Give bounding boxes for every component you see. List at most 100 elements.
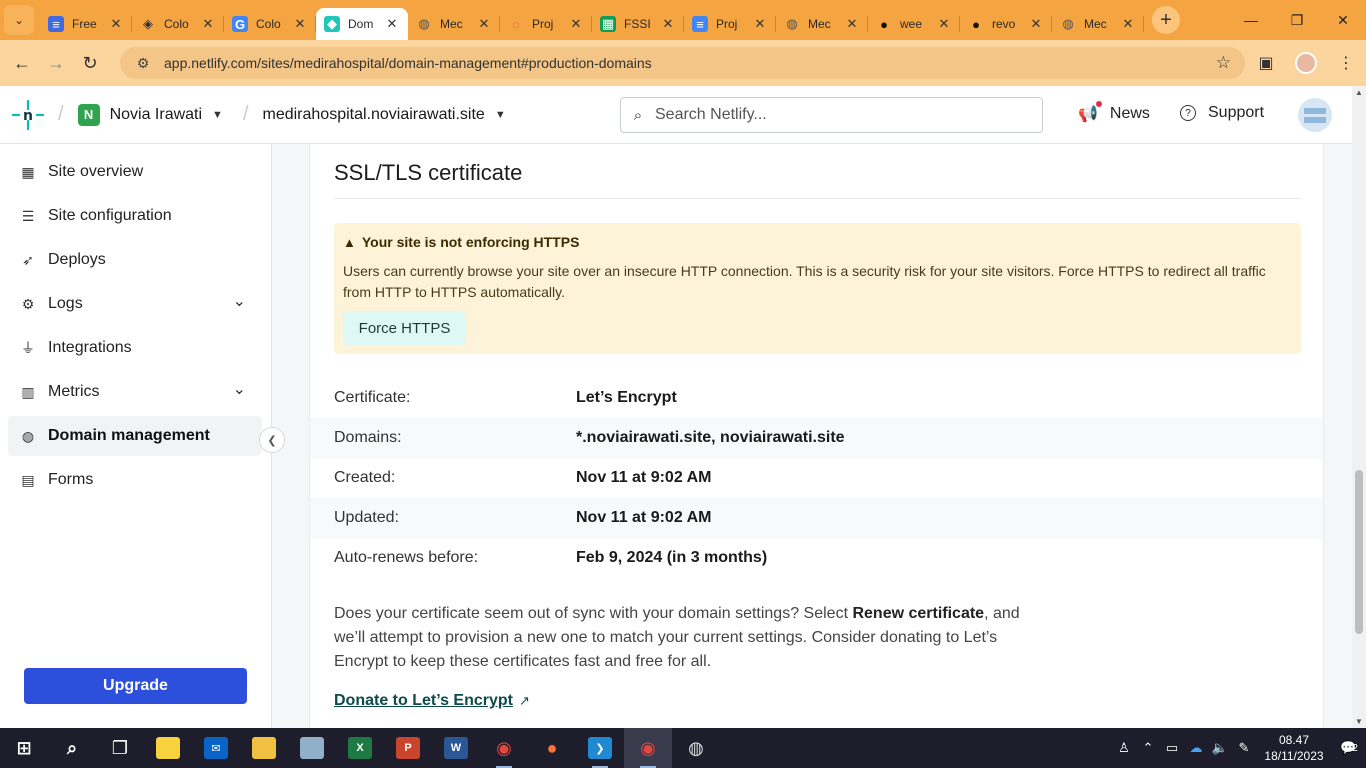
sidebar-item-integrations[interactable]: ⏚ Integrations — [8, 328, 262, 368]
search-icon[interactable]: ⌕ — [48, 728, 96, 768]
sidebar-item-deploys[interactable]: ➶ Deploys — [8, 240, 262, 280]
reload-button[interactable]: ↻ — [73, 46, 107, 80]
browser-tab[interactable]: ◌ Proj ✕ — [500, 8, 592, 40]
new-tab-button[interactable]: + — [1152, 6, 1180, 34]
donate-link-text[interactable]: Donate to Let’s Encrypt — [334, 692, 513, 709]
browser-tab[interactable]: ◈ Colo ✕ — [132, 8, 224, 40]
close-tab-icon[interactable]: ✕ — [476, 16, 492, 32]
sidebar-item-site-overview[interactable]: ▦ Site overview — [8, 152, 262, 192]
onedrive-icon[interactable]: ☁ — [1184, 740, 1208, 756]
external-link-icon: ↗ — [518, 693, 530, 708]
tab-title: Dom — [348, 17, 374, 31]
chevron-down-icon[interactable]: ▼ — [495, 109, 506, 121]
powerpoint-icon[interactable]: P — [384, 728, 432, 768]
url-text[interactable]: app.netlify.com/sites/medirahospital/dom… — [164, 55, 652, 71]
close-tab-icon[interactable]: ✕ — [660, 16, 676, 32]
restore-button[interactable]: ❐ — [1274, 0, 1320, 40]
support-button[interactable]: ? Support — [1180, 104, 1264, 122]
side-panel-icon[interactable]: ▣ — [1246, 40, 1286, 86]
close-tab-icon[interactable]: ✕ — [108, 16, 124, 32]
volume-icon[interactable]: 🔈 — [1208, 740, 1232, 756]
browser-tab[interactable]: ◆ Dom ✕ — [316, 8, 408, 40]
close-tab-icon[interactable]: ✕ — [1120, 16, 1136, 32]
github-icon: ● — [972, 16, 980, 32]
address-bar[interactable]: ⚙ app.netlify.com/sites/medirahospital/d… — [120, 47, 1245, 79]
sticky-notes-icon[interactable] — [144, 728, 192, 768]
scroll-down-arrow-icon[interactable]: ▼ — [1352, 717, 1366, 726]
site-info-icon[interactable]: ⚙ — [128, 55, 158, 72]
windows-start-icon[interactable]: ⊞ — [0, 728, 48, 768]
notepad-icon[interactable] — [288, 728, 336, 768]
file-explorer-icon[interactable] — [240, 728, 288, 768]
browser-tab[interactable]: ≡ Free ✕ — [40, 8, 132, 40]
tab-title: Colo — [164, 17, 189, 31]
close-tab-icon[interactable]: ✕ — [1028, 16, 1044, 32]
firefox-icon[interactable]: ● — [528, 728, 576, 768]
page-scrollbar[interactable]: ▲ ▼ — [1352, 86, 1366, 728]
team-switcher[interactable]: Novia Irawati — [110, 106, 202, 124]
vscode-icon[interactable]: ❯ — [576, 728, 624, 768]
chrome-menu-icon[interactable]: ⋮ — [1326, 40, 1366, 86]
chrome-profile-icon[interactable]: ◉ — [624, 728, 672, 768]
notification-center-icon[interactable]: 💬 2 — [1332, 728, 1366, 768]
close-tab-icon[interactable]: ✕ — [752, 16, 768, 32]
people-icon[interactable]: ♙ — [1112, 740, 1136, 756]
bookmark-star-icon[interactable]: ☆ — [1216, 53, 1231, 73]
scrollbar-thumb[interactable] — [1355, 470, 1363, 634]
alert-body: Users can currently browse your site ove… — [343, 263, 1266, 300]
chevron-down-icon[interactable]: ⌄ — [233, 291, 246, 311]
task-view-icon[interactable]: ❐ — [96, 728, 144, 768]
user-avatar[interactable] — [1298, 98, 1332, 132]
netlify-logo-icon[interactable]: n — [12, 99, 44, 131]
news-label: News — [1109, 105, 1150, 122]
chrome-icon[interactable]: ◉ — [480, 728, 528, 768]
news-button[interactable]: 📢 News — [1078, 101, 1150, 124]
sidebar-item-forms[interactable]: ▤ Forms — [8, 460, 262, 500]
sidebar-item-logs[interactable]: ⚙ Logs ⌄ — [8, 284, 262, 324]
sidebar-item-domain-management[interactable]: ◍ Domain management — [8, 416, 262, 456]
minimize-button[interactable]: — — [1228, 0, 1274, 40]
close-window-button[interactable]: ✕ — [1320, 0, 1366, 40]
list-icon: ☰ — [21, 207, 35, 224]
close-tab-icon[interactable]: ✕ — [844, 16, 860, 32]
browser-tab[interactable]: G Colo ✕ — [224, 8, 316, 40]
word-icon[interactable]: W — [432, 728, 480, 768]
upgrade-button[interactable]: Upgrade — [24, 668, 247, 704]
sidebar-item-metrics[interactable]: ▥ Metrics ⌄ — [8, 372, 262, 412]
site-switcher[interactable]: medirahospital.noviairawati.site — [263, 106, 485, 124]
browser-tab[interactable]: ● revo ✕ — [960, 8, 1052, 40]
notepad-icon-glyph — [300, 737, 324, 759]
battery-icon[interactable]: ▭ — [1160, 740, 1184, 756]
back-button[interactable]: ← — [5, 46, 39, 80]
browser-tab[interactable]: ▦ FSSI ✕ — [592, 8, 684, 40]
close-tab-icon[interactable]: ✕ — [200, 16, 216, 32]
browser-tab[interactable]: ◍ Mec ✕ — [408, 8, 500, 40]
system-tray: ♙ ⌃ ▭ ☁ 🔈 ✎ 08.47 18/11/2023 💬 2 — [1112, 728, 1366, 768]
profile-button[interactable] — [1286, 40, 1326, 86]
sidebar-item-site-configuration[interactable]: ☰ Site configuration — [8, 196, 262, 236]
browser-tab[interactable]: ≡ Proj ✕ — [684, 8, 776, 40]
excel-icon[interactable]: X — [336, 728, 384, 768]
browser-tab[interactable]: ● wee ✕ — [868, 8, 960, 40]
chevron-down-icon[interactable]: ⌄ — [233, 379, 246, 399]
clock[interactable]: 08.47 18/11/2023 — [1256, 732, 1332, 764]
mail-icon[interactable]: ✉ — [192, 728, 240, 768]
search-input[interactable]: ⌕ Search Netlify... — [620, 97, 1043, 133]
browser-tab[interactable]: ◍ Mec ✕ — [776, 8, 868, 40]
tab-search-button[interactable]: ⌄ — [4, 5, 34, 35]
close-tab-icon[interactable]: ✕ — [936, 16, 952, 32]
app-icon[interactable]: ◍ — [672, 728, 720, 768]
scroll-up-arrow-icon[interactable]: ▲ — [1352, 88, 1366, 97]
collapse-sidebar-button[interactable]: ❮ — [259, 427, 285, 453]
pen-icon[interactable]: ✎ — [1232, 740, 1256, 756]
browser-tab[interactable]: ◍ Mec ✕ — [1052, 8, 1144, 40]
force-https-button[interactable]: Force HTTPS — [343, 311, 466, 345]
forward-button[interactable]: → — [39, 46, 73, 80]
chevron-down-icon[interactable]: ▼ — [212, 109, 223, 121]
excel-icon-glyph: X — [348, 737, 372, 759]
close-tab-icon[interactable]: ✕ — [384, 16, 400, 32]
donate-link[interactable]: Donate to Let’s Encrypt ↗ — [334, 692, 530, 710]
close-tab-icon[interactable]: ✕ — [292, 16, 308, 32]
close-tab-icon[interactable]: ✕ — [568, 16, 584, 32]
tray-chevron-up-icon[interactable]: ⌃ — [1136, 740, 1160, 756]
